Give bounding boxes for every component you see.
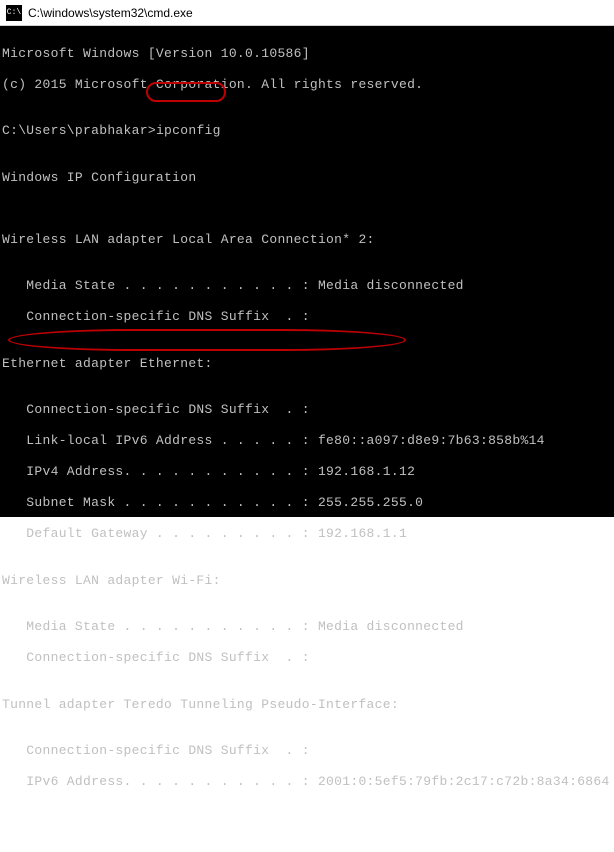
command-text: ipconfig — [156, 123, 221, 138]
default-gateway-line: Default Gateway . . . . . . . . . : 192.… — [2, 526, 612, 542]
cmd-icon-glyph: C:\ — [7, 8, 21, 17]
prompt-path: C:\Users\prabhakar> — [2, 123, 156, 138]
adapter-ethernet-header: Ethernet adapter Ethernet: — [2, 356, 612, 372]
prompt-line: C:\Users\prabhakar>ipconfig — [2, 123, 612, 139]
copyright-line: (c) 2015 Microsoft Corporation. All righ… — [2, 77, 612, 93]
adapter-wlan-header: Wireless LAN adapter Local Area Connecti… — [2, 232, 612, 248]
ipconfig-header: Windows IP Configuration — [2, 170, 612, 186]
ipv6-link-local-line: Link-local IPv6 Address . . . . . : fe80… — [2, 433, 612, 449]
version-line: Microsoft Windows [Version 10.0.10586] — [2, 46, 612, 62]
dns-suffix-line: Connection-specific DNS Suffix . : — [2, 650, 612, 666]
cmd-icon: C:\ — [6, 5, 22, 21]
terminal-output[interactable]: Microsoft Windows [Version 10.0.10586] (… — [0, 26, 614, 517]
adapter-teredo-header: Tunnel adapter Teredo Tunneling Pseudo-I… — [2, 697, 612, 713]
ipv4-address-line: IPv4 Address. . . . . . . . . . . : 192.… — [2, 464, 612, 480]
media-state-line: Media State . . . . . . . . . . . : Medi… — [2, 278, 612, 294]
annotation-default-gateway-circle — [8, 329, 406, 351]
media-state-line: Media State . . . . . . . . . . . : Medi… — [2, 619, 612, 635]
window-titlebar: C:\ C:\windows\system32\cmd.exe — [0, 0, 614, 26]
ipv6-address-line: IPv6 Address. . . . . . . . . . . : 2001… — [2, 774, 612, 790]
dns-suffix-line: Connection-specific DNS Suffix . : — [2, 309, 612, 325]
dns-suffix-line: Connection-specific DNS Suffix . : — [2, 743, 612, 759]
window-title: C:\windows\system32\cmd.exe — [28, 6, 193, 20]
adapter-wifi-header: Wireless LAN adapter Wi-Fi: — [2, 573, 612, 589]
dns-suffix-line: Connection-specific DNS Suffix . : — [2, 402, 612, 418]
subnet-mask-line: Subnet Mask . . . . . . . . . . . : 255.… — [2, 495, 612, 511]
